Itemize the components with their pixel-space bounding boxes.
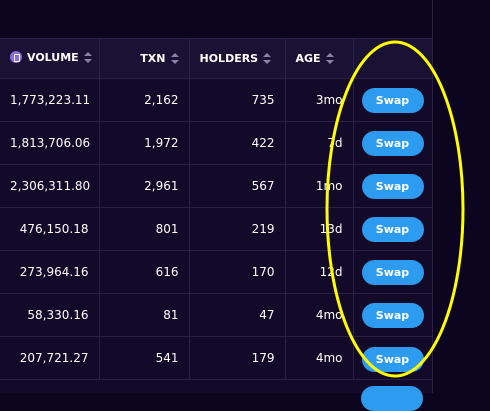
cell-holders: 422 [189,121,286,165]
cell-volume: 2,306,311.80 [0,164,100,208]
column-header-age-label: AGE [295,52,321,65]
cell-age: 4mo [285,293,354,337]
swap-button[interactable]: Swap [361,302,424,328]
table-row: 58,330.16 81 47 4mo Swap [0,293,433,337]
cell-volume: 476,150.18 [0,207,100,251]
column-header-holders-label: HOLDERS [199,52,259,65]
cell-action: Swap [353,336,433,380]
cell-volume: 1,813,706.06 [0,121,100,165]
cell-holders: 170 [189,250,286,294]
tokens-table: VOLUME TXN HOLDERS AGE 1,773,223.11 2,16… [0,39,433,380]
cell-age: 13d [285,207,354,251]
cell-age: 12d [285,250,354,294]
column-header-holders[interactable]: HOLDERS [189,39,286,79]
cell-action: Swap [353,207,433,251]
sort-arrows-icon[interactable] [83,51,92,63]
sort-arrows-icon[interactable] [325,53,334,64]
table-row: 273,964.16 616 170 12d Swap [0,250,433,294]
cell-holders: 47 [189,293,286,337]
swap-button[interactable]: Swap [361,346,424,372]
sort-arrows-icon[interactable] [170,53,179,64]
right-gutter [432,0,490,393]
cell-action: Swap [353,293,433,337]
cell-action: Swap [353,78,433,122]
column-header-age[interactable]: AGE [285,39,354,79]
cell-age: 4mo [285,336,354,380]
swap-button[interactable]: Swap [361,130,424,156]
cell-txn: 541 [99,336,190,380]
cell-txn: 2,961 [99,164,190,208]
cell-volume: 58,330.16 [0,293,100,337]
table-row: 2,306,311.80 2,961 567 1mo Swap [0,164,433,208]
column-header-volume[interactable]: VOLUME [0,39,100,79]
cell-volume: 1,773,223.11 [0,78,100,122]
swap-button-partial[interactable] [361,386,423,411]
cell-holders: 179 [189,336,286,380]
swap-button[interactable]: Swap [361,173,424,199]
table-header-row: VOLUME TXN HOLDERS AGE [0,39,433,79]
cell-volume: 207,721.27 [0,336,100,380]
table-row: 207,721.27 541 179 4mo Swap [0,336,433,380]
swap-button[interactable]: Swap [361,216,424,242]
cell-txn: 801 [99,207,190,251]
cell-txn: 1,972 [99,121,190,165]
cell-action: Swap [353,121,433,165]
column-header-volume-label: VOLUME [27,50,79,64]
top-bar [0,0,432,39]
cell-age: 3mo [285,78,354,122]
column-header-txn-label: TXN [140,52,166,65]
cell-action: Swap [353,164,433,208]
cell-age: 1mo [285,164,354,208]
table-row: 1,773,223.11 2,162 735 3mo Swap [0,78,433,122]
swap-button[interactable]: Swap [361,259,424,285]
eth-coin-icon [10,51,22,64]
sort-arrows-icon[interactable] [263,53,272,64]
swap-button[interactable]: Swap [361,87,424,113]
column-header-txn[interactable]: TXN [99,39,190,79]
cell-txn: 2,162 [99,78,190,122]
cell-holders: 735 [189,78,286,122]
table-row: 476,150.18 801 219 13d Swap [0,207,433,251]
cell-txn: 81 [99,293,190,337]
table-row: 1,813,706.06 1,972 422 7d Swap [0,121,433,165]
cell-holders: 219 [189,207,286,251]
cell-holders: 567 [189,164,286,208]
cell-age: 7d [285,121,354,165]
column-header-action [353,39,433,79]
cell-txn: 616 [99,250,190,294]
cell-volume: 273,964.16 [0,250,100,294]
cell-action: Swap [353,250,433,294]
